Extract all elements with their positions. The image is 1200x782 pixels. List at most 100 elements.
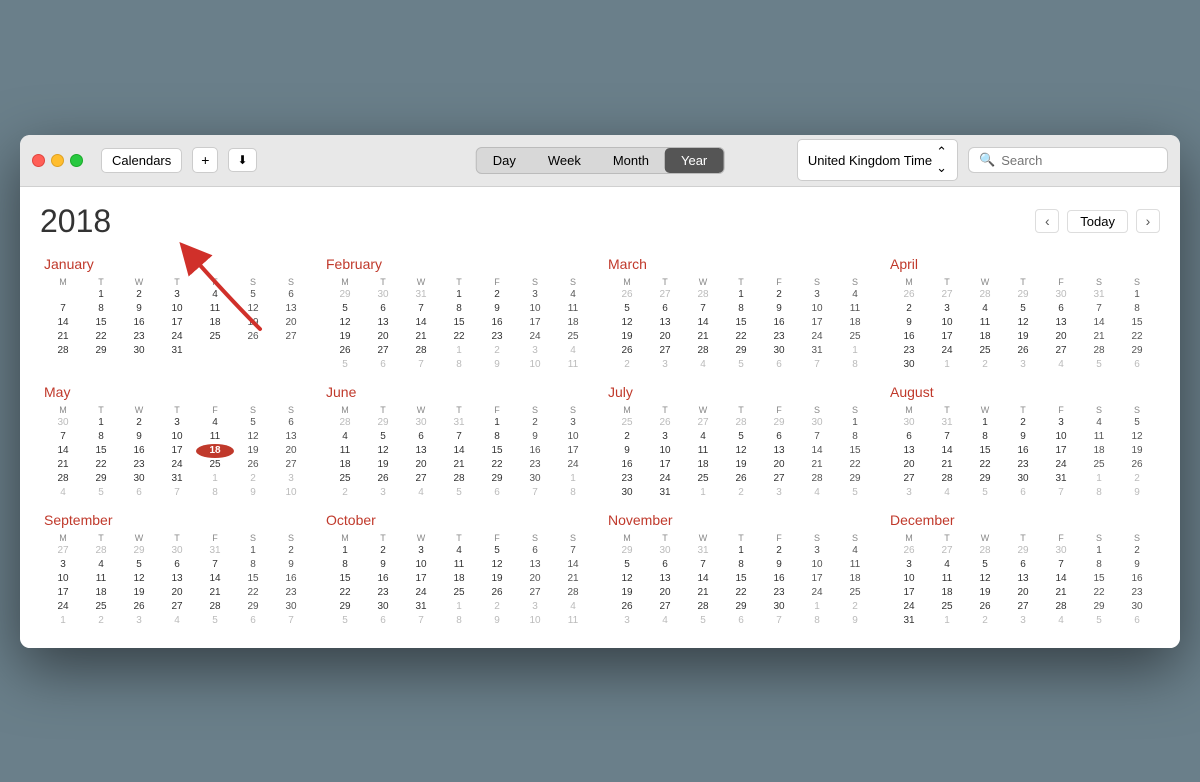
calendar-day[interactable]: 4 — [196, 416, 234, 430]
calendar-day[interactable]: 7 — [272, 614, 310, 628]
calendar-day[interactable]: 7 — [196, 558, 234, 572]
calendar-day[interactable]: 24 — [516, 330, 554, 344]
calendar-day[interactable]: 2 — [478, 288, 516, 302]
calendar-day[interactable]: 15 — [440, 316, 478, 330]
calendar-day[interactable]: 27 — [684, 416, 722, 430]
calendar-day[interactable]: 4 — [684, 358, 722, 372]
calendar-day[interactable]: 24 — [1042, 458, 1080, 472]
calendar-day[interactable]: 8 — [836, 358, 874, 372]
calendar-day[interactable]: 31 — [440, 416, 478, 430]
calendar-day[interactable]: 7 — [440, 430, 478, 444]
calendar-day[interactable]: 3 — [760, 486, 798, 500]
calendar-day[interactable]: 31 — [646, 486, 684, 500]
calendar-day[interactable]: 25 — [554, 330, 592, 344]
calendar-day[interactable]: 18 — [196, 316, 234, 330]
calendar-day[interactable]: 23 — [272, 586, 310, 600]
calendar-day[interactable]: 13 — [646, 572, 684, 586]
calendar-day[interactable]: 14 — [554, 558, 592, 572]
calendar-day[interactable]: 31 — [684, 544, 722, 558]
calendar-day[interactable]: 12 — [1004, 316, 1042, 330]
calendar-day[interactable]: 8 — [82, 302, 120, 316]
calendar-day[interactable]: 25 — [326, 472, 364, 486]
calendar-day[interactable]: 25 — [684, 472, 722, 486]
calendar-day[interactable]: 13 — [272, 302, 310, 316]
calendar-day[interactable]: 13 — [1004, 572, 1042, 586]
calendar-day[interactable]: 11 — [82, 572, 120, 586]
calendar-day[interactable]: 3 — [798, 288, 836, 302]
calendar-day[interactable]: 24 — [890, 600, 928, 614]
calendar-day[interactable]: 7 — [402, 614, 440, 628]
calendar-day[interactable]: 17 — [158, 316, 196, 330]
calendar-day[interactable]: 31 — [928, 416, 966, 430]
calendar-day[interactable]: 18 — [1080, 444, 1118, 458]
calendar-day[interactable]: 10 — [516, 302, 554, 316]
calendar-day[interactable]: 29 — [326, 288, 364, 302]
calendar-day[interactable]: 2 — [1004, 416, 1042, 430]
calendar-day[interactable]: 15 — [234, 572, 272, 586]
calendar-day[interactable]: 24 — [402, 586, 440, 600]
calendar-day[interactable]: 21 — [44, 458, 82, 472]
calendar-day[interactable]: 25 — [608, 416, 646, 430]
calendar-day[interactable]: 24 — [928, 344, 966, 358]
calendar-day[interactable]: 4 — [440, 544, 478, 558]
calendar-day[interactable]: 6 — [478, 486, 516, 500]
calendar-day[interactable] — [196, 344, 234, 358]
calendar-day[interactable]: 3 — [364, 486, 402, 500]
calendar-day[interactable]: 22 — [326, 586, 364, 600]
calendar-day[interactable]: 5 — [120, 558, 158, 572]
calendar-day[interactable]: 1 — [722, 544, 760, 558]
calendar-day[interactable]: 29 — [120, 544, 158, 558]
calendar-day[interactable]: 22 — [836, 458, 874, 472]
calendar-day[interactable]: 23 — [478, 330, 516, 344]
search-box[interactable]: 🔍 — [968, 147, 1168, 173]
calendar-day[interactable]: 2 — [272, 544, 310, 558]
calendar-day[interactable]: 13 — [890, 444, 928, 458]
calendar-day[interactable]: 30 — [890, 416, 928, 430]
calendar-day[interactable]: 23 — [760, 586, 798, 600]
calendar-day[interactable]: 10 — [1042, 430, 1080, 444]
calendar-day[interactable] — [272, 358, 310, 361]
calendar-day[interactable]: 3 — [890, 558, 928, 572]
calendar-day[interactable]: 1 — [684, 486, 722, 500]
calendar-day[interactable] — [272, 344, 310, 358]
calendar-day[interactable]: 26 — [722, 472, 760, 486]
calendar-day[interactable]: 1 — [440, 600, 478, 614]
calendar-day[interactable]: 9 — [120, 430, 158, 444]
calendar-day[interactable]: 16 — [272, 572, 310, 586]
calendar-day[interactable]: 7 — [44, 430, 82, 444]
calendar-day[interactable]: 3 — [402, 544, 440, 558]
calendar-day[interactable]: 19 — [966, 586, 1004, 600]
calendar-day[interactable]: 20 — [516, 572, 554, 586]
calendar-day[interactable]: 26 — [326, 344, 364, 358]
calendar-day[interactable]: 30 — [120, 472, 158, 486]
calendar-day[interactable]: 12 — [608, 316, 646, 330]
calendar-day[interactable]: 4 — [402, 486, 440, 500]
calendar-day[interactable]: 6 — [760, 358, 798, 372]
calendar-day[interactable]: 5 — [478, 544, 516, 558]
calendar-day[interactable] — [196, 358, 234, 361]
tab-week[interactable]: Week — [532, 148, 597, 173]
calendar-day[interactable]: 2 — [966, 614, 1004, 628]
calendar-day[interactable] — [120, 358, 158, 361]
calendar-day[interactable]: 11 — [836, 302, 874, 316]
calendar-day[interactable]: 7 — [760, 614, 798, 628]
calendar-day[interactable]: 8 — [82, 430, 120, 444]
calendar-day[interactable]: 7 — [158, 486, 196, 500]
calendar-day[interactable]: 16 — [760, 572, 798, 586]
calendar-day[interactable] — [44, 288, 82, 302]
calendar-day[interactable]: 5 — [608, 558, 646, 572]
calendar-day[interactable]: 14 — [196, 572, 234, 586]
calendar-day[interactable]: 5 — [326, 614, 364, 628]
calendar-day[interactable]: 30 — [760, 344, 798, 358]
calendar-day[interactable]: 16 — [1118, 572, 1156, 586]
calendar-day[interactable]: 17 — [158, 444, 196, 458]
calendar-day[interactable]: 6 — [364, 302, 402, 316]
calendar-day[interactable]: 3 — [158, 416, 196, 430]
calendar-day[interactable]: 9 — [516, 430, 554, 444]
calendar-day[interactable]: 29 — [722, 600, 760, 614]
calendar-day[interactable]: 30 — [890, 358, 928, 372]
calendar-day[interactable]: 19 — [1004, 330, 1042, 344]
calendar-day[interactable]: 14 — [1042, 572, 1080, 586]
calendar-day[interactable]: 26 — [478, 586, 516, 600]
add-event-button[interactable]: + — [192, 147, 218, 173]
